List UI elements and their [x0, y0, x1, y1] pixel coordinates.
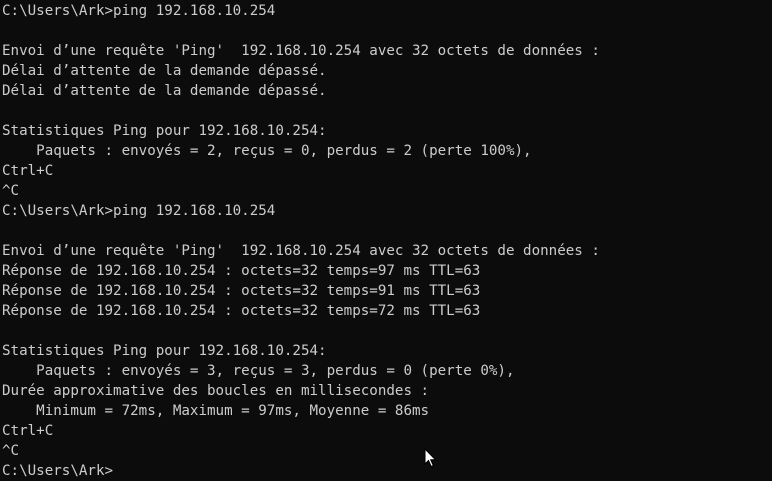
arrow-pointer-icon	[424, 448, 437, 468]
console-line: Statistiques Ping pour 192.168.10.254:	[2, 123, 327, 139]
console-line: Ctrl+C	[2, 163, 54, 179]
console-line: Paquets : envoyés = 2, reçus = 0, perdus…	[2, 143, 532, 159]
console-line: Durée approximative des boucles en milli…	[2, 383, 430, 399]
console-line: C:\Users\Ark>	[2, 463, 114, 479]
console-line: ^C	[2, 183, 20, 199]
console-window[interactable]: C:\Users\Ark>ping 192.168.10.254 Envoi d…	[0, 0, 772, 481]
console-line: Statistiques Ping pour 192.168.10.254:	[2, 343, 327, 359]
console-line: Ctrl+C	[2, 423, 54, 439]
console-line: Réponse de 192.168.10.254 : octets=32 te…	[2, 283, 481, 299]
console-line: Envoi d’une requête 'Ping' 192.168.10.25…	[2, 43, 600, 59]
console-line: Délai d’attente de la demande dépassé.	[2, 83, 327, 99]
console-line: Réponse de 192.168.10.254 : octets=32 te…	[2, 303, 481, 319]
console-line: ^C	[2, 443, 20, 459]
console-line: Réponse de 192.168.10.254 : octets=32 te…	[2, 263, 481, 279]
console-line: C:\Users\Ark>ping 192.168.10.254	[2, 203, 276, 219]
console-line: Délai d’attente de la demande dépassé.	[2, 63, 327, 79]
console-line: Paquets : envoyés = 3, reçus = 3, perdus…	[2, 363, 515, 379]
console-line: C:\Users\Ark>ping 192.168.10.254	[2, 3, 276, 19]
console-line: Minimum = 72ms, Maximum = 97ms, Moyenne …	[2, 403, 430, 419]
console-line: Envoi d’une requête 'Ping' 192.168.10.25…	[2, 243, 600, 259]
